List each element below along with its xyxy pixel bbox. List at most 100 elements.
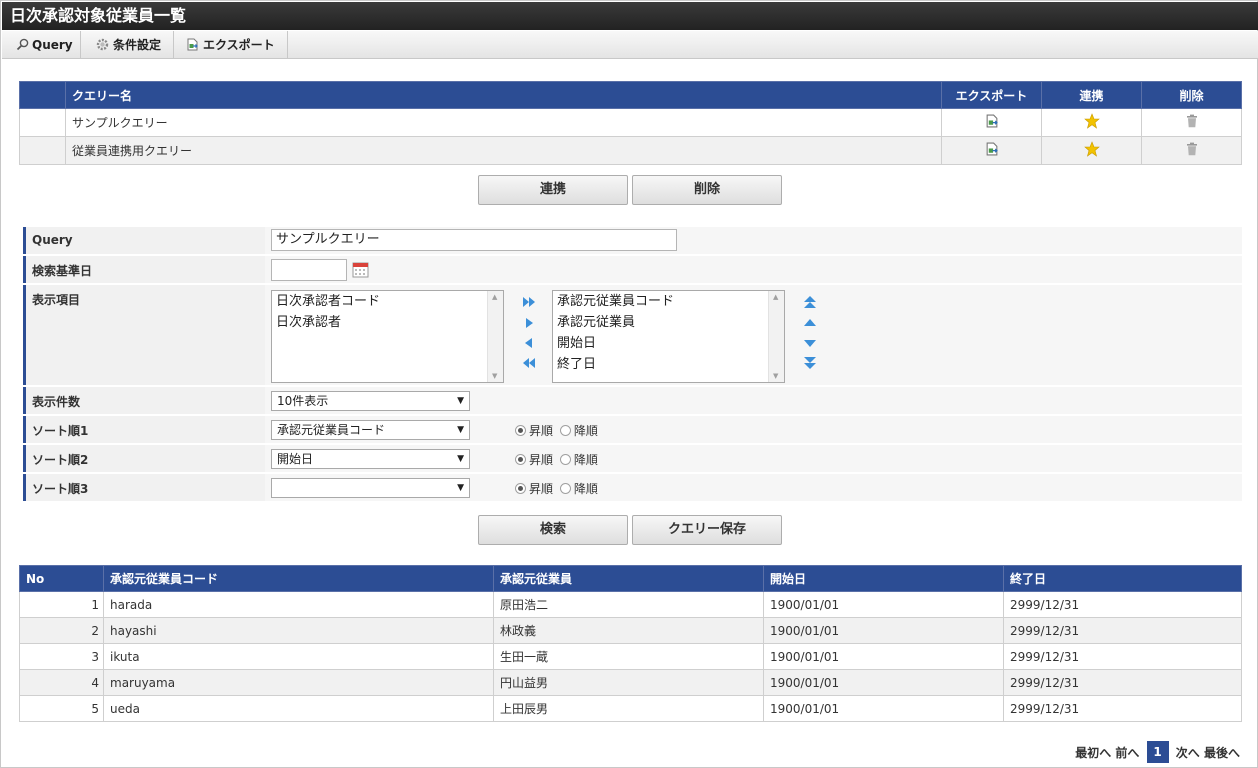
base-date-label: 検索基準日 <box>32 264 93 278</box>
base-date-input[interactable] <box>271 259 347 281</box>
row-select-cell[interactable] <box>19 136 66 165</box>
sort2-asc-radio[interactable] <box>515 454 526 465</box>
scroll-up-icon[interactable]: ▲ <box>492 293 497 301</box>
export-tab-button[interactable]: エクスポート <box>174 31 288 59</box>
end-date: 2999/12/31 <box>1003 591 1242 618</box>
pager-first-link[interactable]: 最初へ <box>1075 744 1111 761</box>
search-icon <box>16 38 29 51</box>
asc-label[interactable]: 昇順 <box>529 482 553 496</box>
sort1-select[interactable]: 承認元従業員コード ▼ <box>271 420 470 440</box>
query-row[interactable]: サンプルクエリー <box>19 108 1242 137</box>
move-up-icon[interactable] <box>803 316 817 330</box>
header-employee-code[interactable]: 承認元従業員コード <box>103 565 494 592</box>
scroll-down-icon[interactable]: ▼ <box>773 372 778 380</box>
header-employee-name[interactable]: 承認元従業員 <box>493 565 764 592</box>
settings-tab-button[interactable]: 条件設定 <box>81 31 174 59</box>
search-button[interactable]: 検索 <box>478 515 628 545</box>
sort3-select[interactable]: ▼ <box>271 478 470 498</box>
table-row[interactable]: 1 harada 原田浩二 1900/01/01 2999/12/31 <box>19 591 1242 618</box>
save-query-button[interactable]: クエリー保存 <box>632 515 782 545</box>
table-row[interactable]: 2 hayashi 林政義 1900/01/01 2999/12/31 <box>19 617 1242 644</box>
desc-label[interactable]: 降順 <box>574 424 598 438</box>
header-no[interactable]: No <box>19 565 104 592</box>
desc-label[interactable]: 降順 <box>574 482 598 496</box>
move-down-icon[interactable] <box>803 336 817 350</box>
desc-label[interactable]: 降順 <box>574 453 598 467</box>
sort1-desc-radio[interactable] <box>559 425 571 436</box>
table-row[interactable]: 5 ueda 上田辰男 1900/01/01 2999/12/31 <box>19 695 1242 722</box>
move-all-left-icon[interactable] <box>522 356 536 370</box>
query-name-cell[interactable]: サンプルクエリー <box>65 108 942 137</box>
move-right-icon[interactable] <box>522 316 536 330</box>
header-start-date[interactable]: 開始日 <box>763 565 1004 592</box>
export-icon[interactable] <box>985 114 999 128</box>
move-left-icon[interactable] <box>522 336 536 350</box>
query-list-header: クエリー名 エクスポート 連携 削除 <box>19 81 1242 109</box>
move-all-right-icon[interactable] <box>522 295 536 309</box>
query-row[interactable]: 従業員連携用クエリー <box>19 136 1242 165</box>
star-icon[interactable] <box>1083 141 1100 157</box>
sort1-asc-radio[interactable] <box>515 425 526 436</box>
export-cell[interactable] <box>941 108 1042 137</box>
sort3-asc-radio[interactable] <box>515 483 526 494</box>
pager-last-link[interactable]: 最後へ <box>1204 744 1240 761</box>
row-no: 4 <box>19 669 104 696</box>
employee-name: 円山益男 <box>493 669 764 696</box>
pager-next-link[interactable]: 次へ <box>1176 744 1200 761</box>
trash-icon[interactable] <box>1186 114 1198 128</box>
start-date: 1900/01/01 <box>763 695 1004 722</box>
list-item[interactable]: 終了日 <box>553 354 784 375</box>
move-bottom-icon[interactable] <box>803 356 817 370</box>
available-items-list[interactable]: 日次承認者コード 日次承認者 ▲ ▼ <box>271 290 504 383</box>
dropdown-arrow-icon: ▼ <box>457 396 464 406</box>
delete-cell[interactable] <box>1141 108 1242 137</box>
results-table: No 承認元従業員コード 承認元従業員 開始日 終了日 1 harada 原田浩… <box>19 565 1242 722</box>
export-icon[interactable] <box>985 142 999 156</box>
header-blank <box>19 81 66 109</box>
list-item[interactable]: 承認元従業員コード <box>553 291 784 312</box>
list-item[interactable]: 日次承認者コード <box>272 291 503 312</box>
delete-button[interactable]: 削除 <box>632 175 782 205</box>
table-row[interactable]: 4 maruyama 円山益男 1900/01/01 2999/12/31 <box>19 669 1242 696</box>
header-end-date[interactable]: 終了日 <box>1003 565 1242 592</box>
employee-name: 上田辰男 <box>493 695 764 722</box>
display-count-select[interactable]: 10件表示 ▼ <box>271 391 470 411</box>
sort2-select[interactable]: 開始日 ▼ <box>271 449 470 469</box>
sort2-desc-radio[interactable] <box>559 454 571 465</box>
scrollbar[interactable]: ▲ ▼ <box>768 291 784 382</box>
pager-prev-link[interactable]: 前へ <box>1115 744 1139 761</box>
asc-label[interactable]: 昇順 <box>529 424 553 438</box>
end-date: 2999/12/31 <box>1003 669 1242 696</box>
list-item[interactable]: 日次承認者 <box>272 312 503 333</box>
scroll-down-icon[interactable]: ▼ <box>492 372 497 380</box>
sort1-row: ソート順1 承認元従業員コード ▼ 昇順 降順 <box>23 416 1242 443</box>
asc-label[interactable]: 昇順 <box>529 453 553 467</box>
link-button[interactable]: 連携 <box>478 175 628 205</box>
sort2-row: ソート順2 開始日 ▼ 昇順 降順 <box>23 445 1242 472</box>
scroll-up-icon[interactable]: ▲ <box>773 293 778 301</box>
start-date: 1900/01/01 <box>763 669 1004 696</box>
trash-icon[interactable] <box>1186 142 1198 156</box>
star-icon[interactable] <box>1083 113 1100 129</box>
query-name-input[interactable]: サンプルクエリー <box>271 229 677 251</box>
list-item[interactable]: 承認元従業員 <box>553 312 784 333</box>
list-item[interactable]: 開始日 <box>553 333 784 354</box>
table-row[interactable]: 3 ikuta 生田一蔵 1900/01/01 2999/12/31 <box>19 643 1242 670</box>
delete-cell[interactable] <box>1141 136 1242 165</box>
employee-name: 原田浩二 <box>493 591 764 618</box>
query-name-cell[interactable]: 従業員連携用クエリー <box>65 136 942 165</box>
sort3-order: 昇順 降順 <box>515 480 598 497</box>
calendar-icon[interactable] <box>352 261 369 278</box>
link-cell[interactable] <box>1041 108 1142 137</box>
row-select-cell[interactable] <box>19 108 66 137</box>
query-tab-button[interactable]: Query <box>2 31 81 59</box>
start-date: 1900/01/01 <box>763 591 1004 618</box>
selected-items-list[interactable]: 承認元従業員コード 承認元従業員 開始日 終了日 ▲ ▼ <box>552 290 785 383</box>
scrollbar[interactable]: ▲ ▼ <box>487 291 503 382</box>
pager-current-page[interactable]: 1 <box>1146 741 1169 763</box>
export-cell[interactable] <box>941 136 1042 165</box>
link-cell[interactable] <box>1041 136 1142 165</box>
employee-code: maruyama <box>103 669 494 696</box>
move-top-icon[interactable] <box>803 295 817 309</box>
sort3-desc-radio[interactable] <box>559 483 571 494</box>
